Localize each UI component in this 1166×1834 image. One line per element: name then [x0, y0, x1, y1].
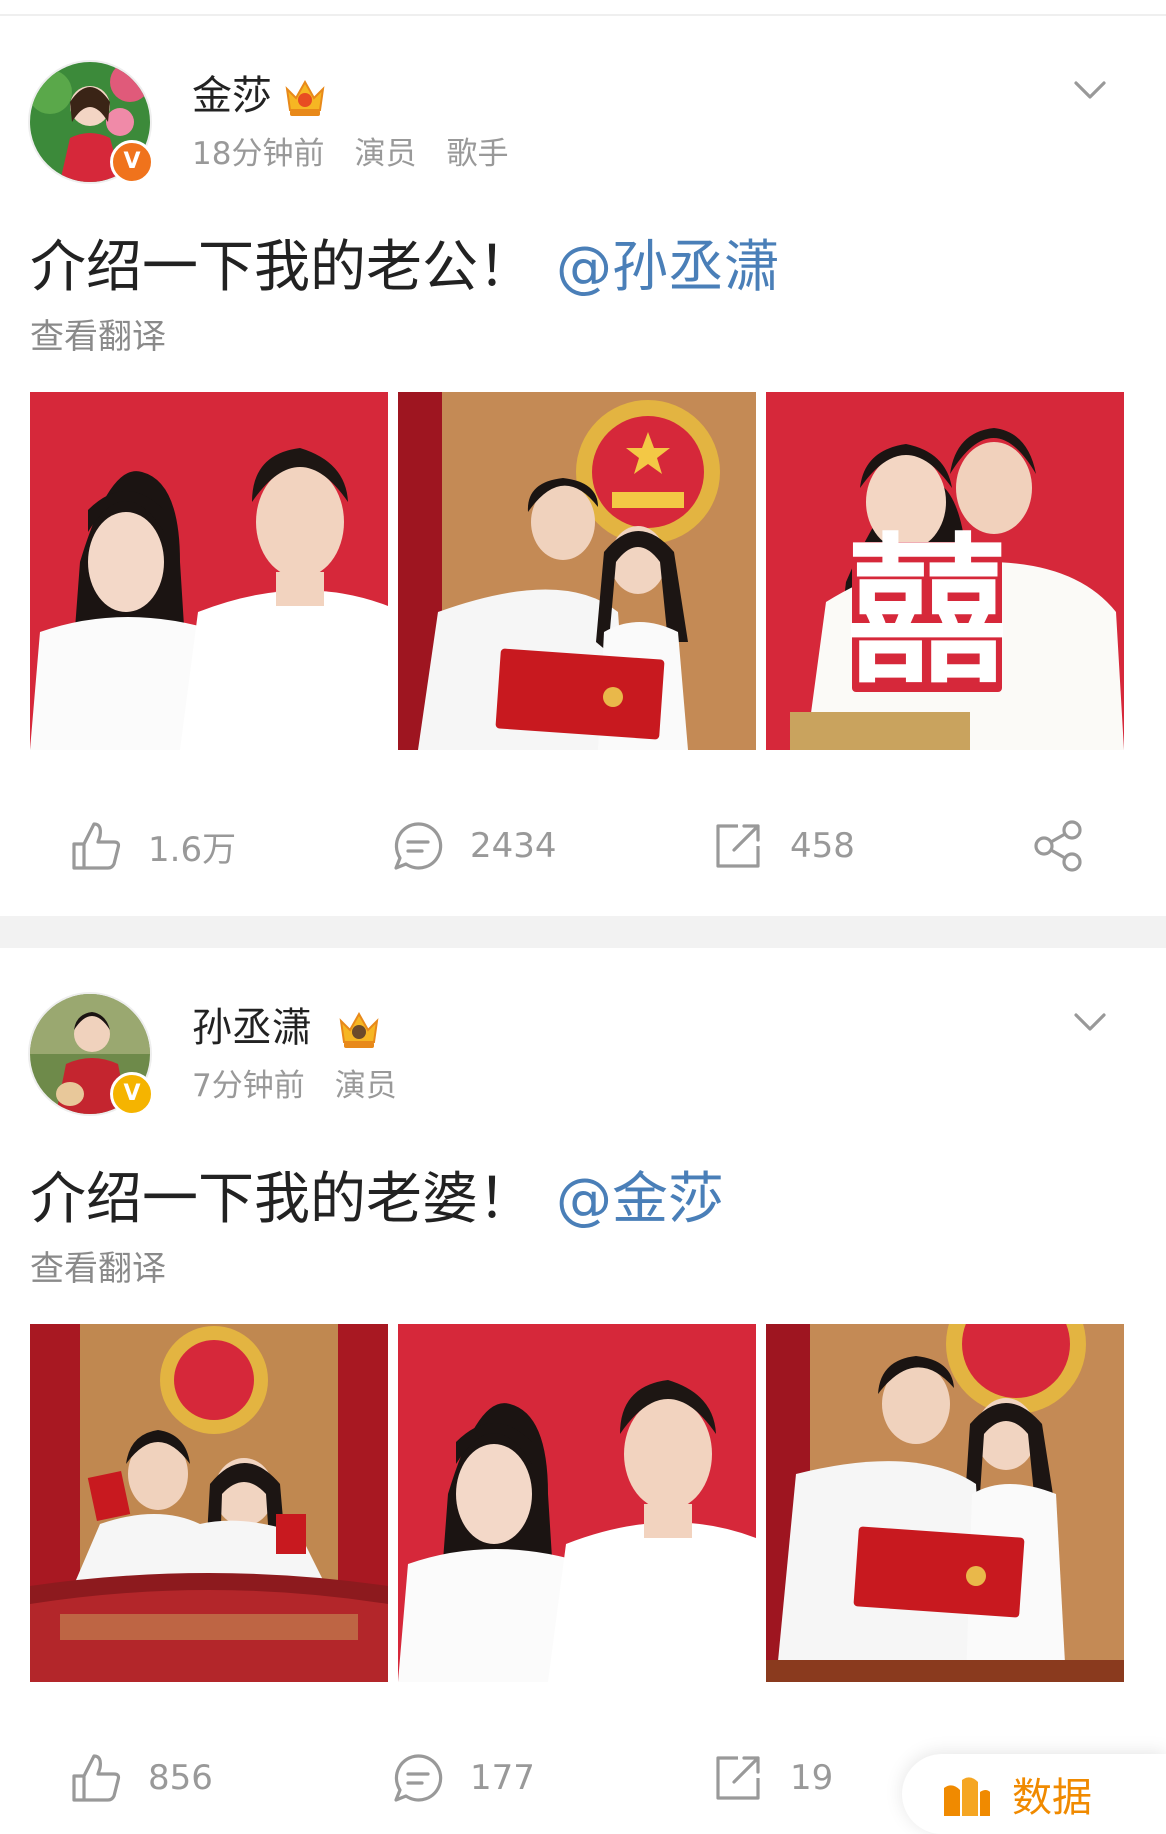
avatar[interactable]: V: [28, 60, 154, 184]
top-divider: [0, 0, 1166, 16]
comment-button[interactable]: 2434: [390, 806, 557, 886]
post-time: 7分钟前: [192, 1068, 305, 1104]
translate-link[interactable]: 查看翻译: [30, 1246, 166, 1292]
post-text-body: 介绍一下我的老婆！: [30, 1167, 534, 1232]
mention-link[interactable]: @孙丞潇: [556, 235, 780, 300]
chevron-down-icon[interactable]: [1072, 1010, 1108, 1034]
avatar[interactable]: V: [28, 992, 154, 1116]
repost-count: 458: [790, 826, 855, 866]
post-text: 介绍一下我的老婆！ @金莎: [30, 1160, 724, 1240]
post-photo[interactable]: [30, 392, 388, 750]
comment-icon: [394, 1754, 443, 1802]
post-photo[interactable]: [30, 1324, 388, 1682]
user-tag: 演员: [354, 136, 417, 172]
action-bar: 1.6万 2434 458: [0, 806, 1166, 886]
photo-grid: [30, 1324, 1126, 1682]
crown-icon: [339, 1011, 379, 1048]
comment-count: 2434: [470, 826, 557, 866]
like-button[interactable]: 1.6万: [68, 806, 236, 886]
post-photo[interactable]: [398, 392, 756, 750]
data-chart-icon: [944, 1777, 990, 1816]
like-count: 1.6万: [148, 829, 237, 870]
share-icon: [1034, 820, 1082, 872]
verified-badge-icon: V: [110, 1072, 154, 1116]
comment-button[interactable]: 177: [390, 1738, 535, 1818]
like-count: 856: [148, 1758, 213, 1798]
data-button-label: 数据: [1012, 1775, 1092, 1821]
post-card: V 金莎 18分钟前 演员 歌手 介绍一下我的老公！ @孙丞潇 查看翻译 囍 1…: [0, 16, 1166, 916]
post-time: 18分钟前: [192, 136, 325, 172]
post-photo[interactable]: [766, 1324, 1124, 1682]
like-button[interactable]: 856: [68, 1738, 213, 1818]
thumbs-up-icon: [72, 1754, 121, 1802]
repost-button[interactable]: 458: [710, 806, 855, 886]
post-text-body: 介绍一下我的老公！: [30, 235, 534, 300]
photo-stamp: 囍: [847, 518, 1007, 705]
post-card: V 孙丞潇 7分钟前 演员 介绍一下我的老婆！ @金莎 查看翻译 856 177…: [0, 948, 1166, 1834]
comment-icon: [394, 822, 443, 870]
chevron-down-icon[interactable]: [1072, 78, 1108, 102]
repost-icon: [716, 824, 760, 868]
post-photo[interactable]: 囍: [766, 392, 1124, 750]
user-tag: 演员: [334, 1068, 397, 1104]
user-tag: 歌手: [446, 136, 509, 172]
username[interactable]: 孙丞潇: [192, 1002, 312, 1054]
data-button[interactable]: 数据: [902, 1754, 1166, 1834]
repost-button[interactable]: 19: [710, 1738, 833, 1818]
post-meta: 7分钟前 演员: [192, 1066, 427, 1106]
comment-count: 177: [470, 1758, 535, 1798]
photo-grid: 囍: [30, 392, 1126, 750]
post-meta: 18分钟前 演员 歌手: [192, 134, 538, 174]
repost-icon: [716, 1756, 760, 1800]
post-text: 介绍一下我的老公！ @孙丞潇: [30, 228, 780, 308]
share-button[interactable]: [1030, 806, 1086, 886]
username[interactable]: 金莎: [192, 70, 272, 122]
thumbs-up-icon: [72, 822, 121, 870]
verified-badge-icon: V: [110, 140, 154, 184]
translate-link[interactable]: 查看翻译: [30, 314, 166, 360]
post-separator: [0, 916, 1166, 948]
repost-count: 19: [790, 1758, 834, 1798]
post-photo[interactable]: [398, 1324, 756, 1682]
crown-icon: [285, 79, 325, 116]
mention-link[interactable]: @金莎: [556, 1167, 724, 1232]
